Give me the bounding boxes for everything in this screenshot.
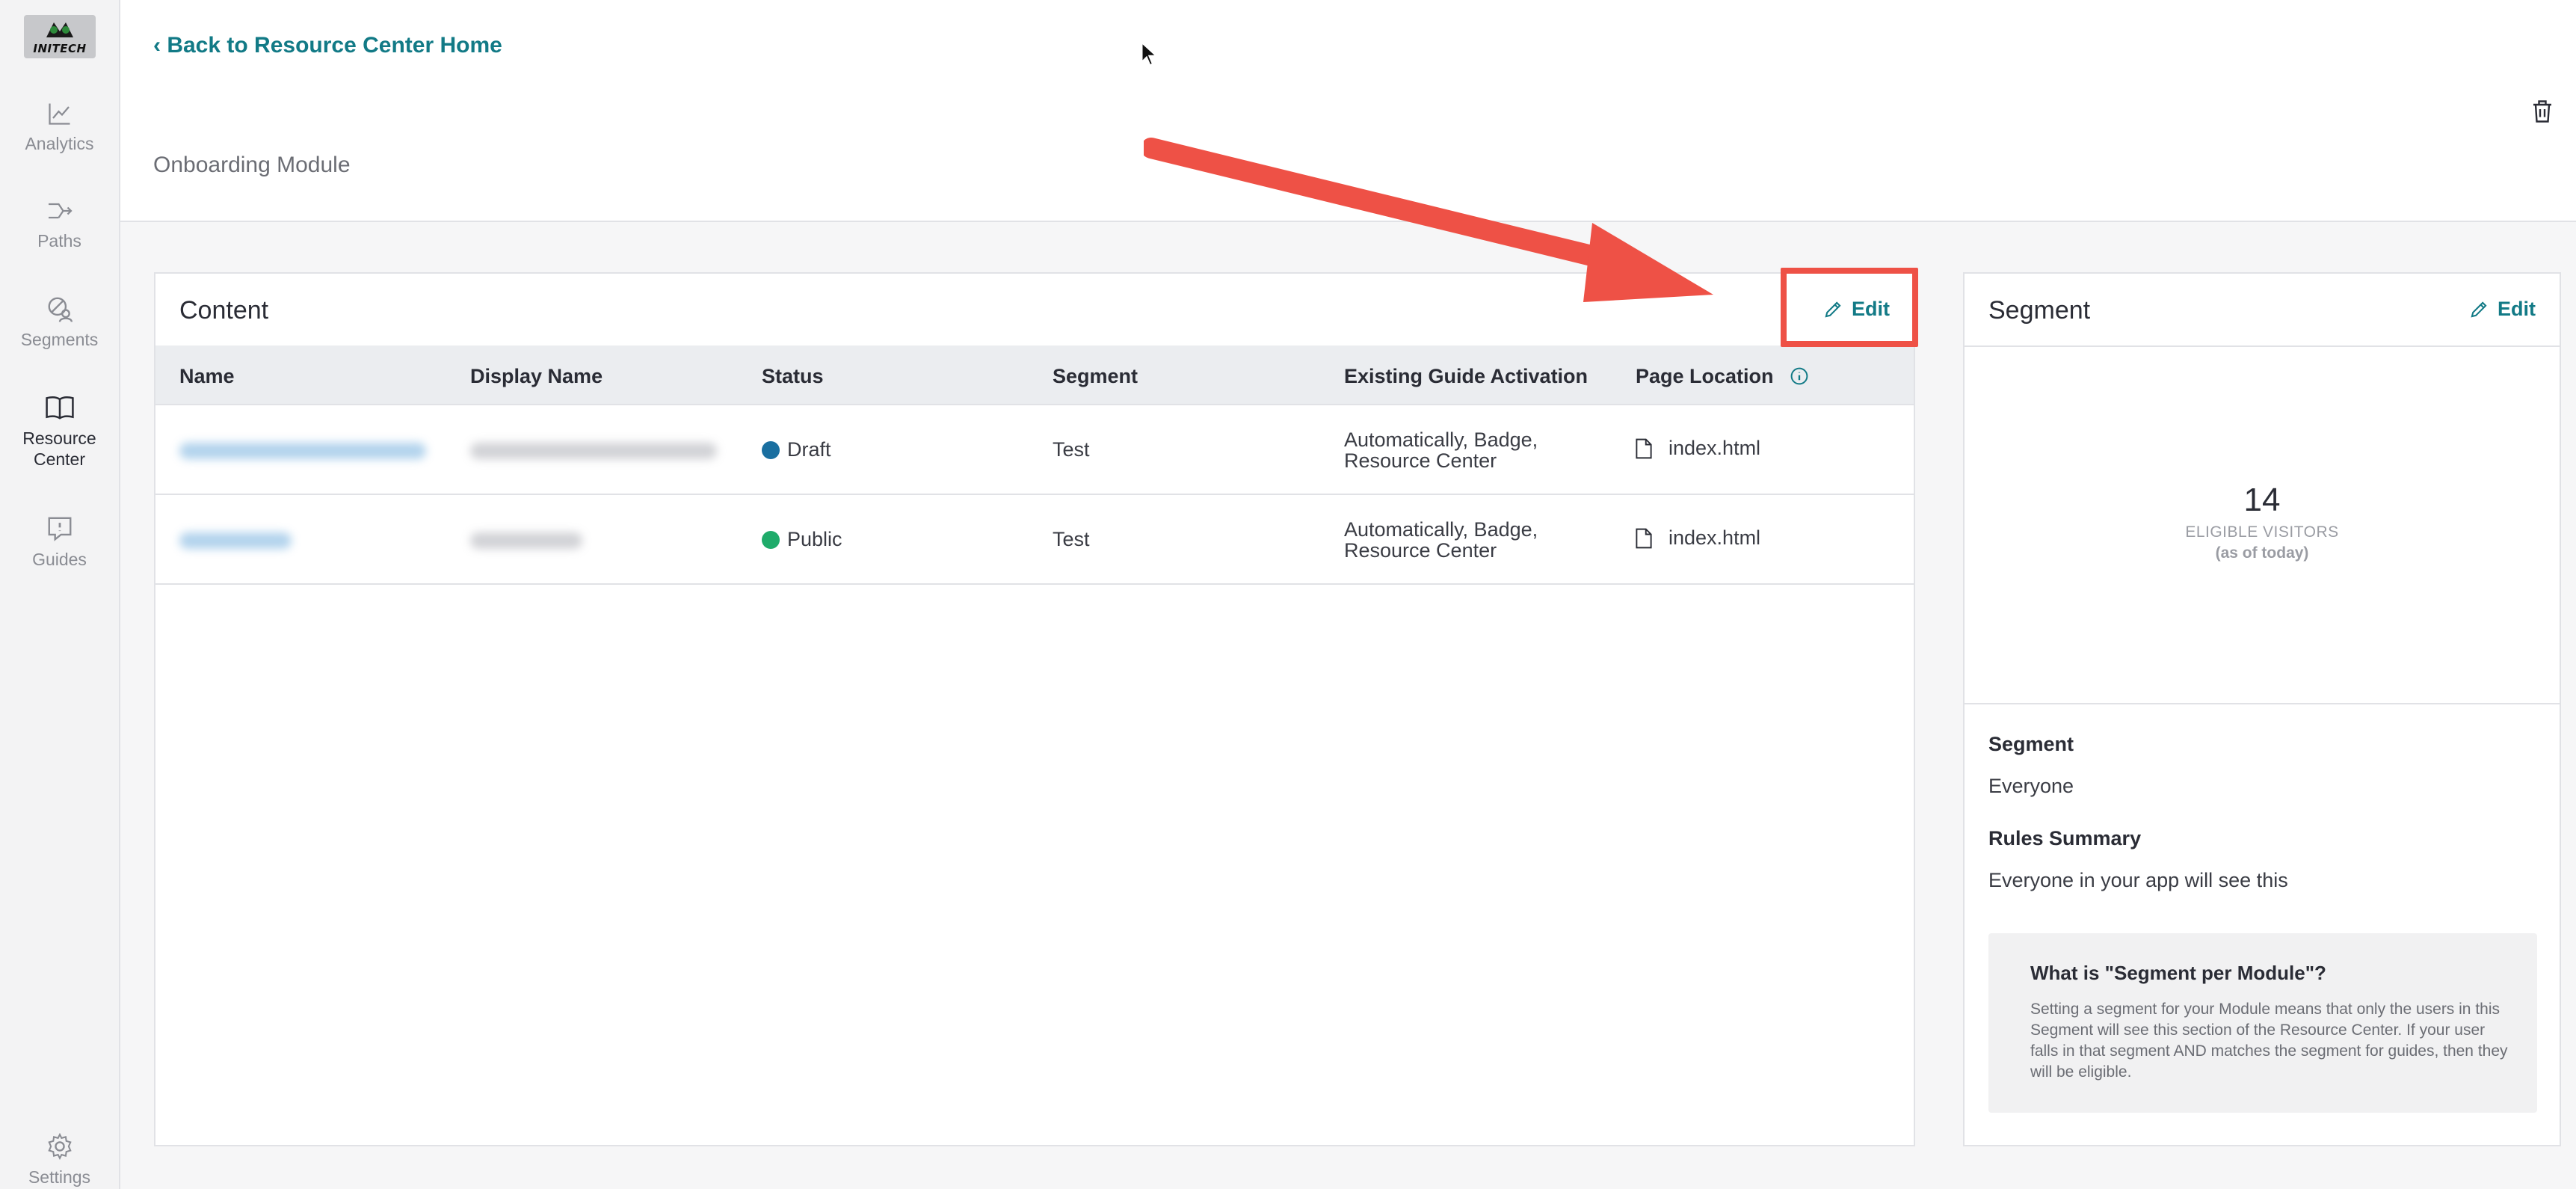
page-title: Onboarding Module xyxy=(153,153,351,177)
page-location-cell: index.html xyxy=(1636,526,1760,550)
segment-info-box: What is "Segment per Module"? Setting a … xyxy=(1988,933,2537,1113)
activation-line: Automatically, Badge, xyxy=(1344,428,1538,451)
rules-summary-label: Rules Summary xyxy=(1988,827,2142,849)
blurred-display-name xyxy=(470,443,717,459)
page-location-text: index.html xyxy=(1668,437,1761,459)
sidebar-item-label: Analytics xyxy=(25,134,94,153)
activation-line: Resource Center xyxy=(1344,539,1497,562)
info-box-body: Setting a segment for your Module means … xyxy=(2030,1001,2508,1081)
page-location-text: index.html xyxy=(1668,526,1761,549)
sidebar-item-label: Settings xyxy=(28,1167,91,1187)
file-icon xyxy=(1636,438,1652,458)
blurred-name-link[interactable] xyxy=(179,532,292,549)
blurred-display-name xyxy=(470,532,582,549)
eligible-visitors-count: 14 xyxy=(2243,482,2281,518)
status-badge: Draft xyxy=(787,438,831,461)
sidebar-item-label: Guides xyxy=(32,550,87,569)
content-card-title: Content xyxy=(179,296,269,325)
sidebar: INITECH Analytics Paths Segments Resourc… xyxy=(0,0,120,1189)
status-cell: Draft xyxy=(762,438,831,461)
segment-edit-button[interactable]: Edit xyxy=(2469,298,2536,321)
column-header-page-location[interactable]: Page Location xyxy=(1636,365,1809,388)
edit-highlight-box xyxy=(1781,268,1918,347)
blurred-name-link[interactable] xyxy=(179,443,426,459)
sidebar-item-settings[interactable]: Settings xyxy=(0,1132,119,1188)
eligible-visitors-panel: 14 ELIGIBLE VISITORS (as of today) xyxy=(1965,347,2560,704)
file-icon xyxy=(1636,528,1652,548)
status-cell: Public xyxy=(762,528,842,551)
table-row[interactable]: Draft Test Automatically, Badge, Resourc… xyxy=(155,405,1914,495)
sidebar-item-resource-center[interactable]: Resource Center xyxy=(0,393,119,470)
segment-card: Segment Edit 14 ELIGIBLE VISITORS (as of… xyxy=(1963,272,2561,1146)
column-header-guide-activation[interactable]: Existing Guide Activation xyxy=(1344,365,1588,388)
annotation-arrow-icon xyxy=(1144,138,1713,302)
analytics-icon xyxy=(48,103,70,125)
column-header-segment[interactable]: Segment xyxy=(1053,365,1138,388)
sidebar-item-label: Segments xyxy=(20,330,99,349)
table-row[interactable]: Public Test Automatically, Badge, Resour… xyxy=(155,495,1914,585)
sidebar-item-paths[interactable]: Paths xyxy=(0,197,119,251)
sidebar-item-segments[interactable]: Segments xyxy=(0,295,119,350)
activation-line: Resource Center xyxy=(1344,449,1497,472)
segment-label: Segment xyxy=(1988,733,2074,755)
activation-cell: Automatically, Badge, Resource Center xyxy=(1344,429,1538,471)
book-icon xyxy=(45,396,74,420)
edit-label: Edit xyxy=(2498,298,2536,320)
sidebar-item-guides[interactable]: Guides xyxy=(0,514,119,570)
eligible-visitors-label: ELIGIBLE VISITORS xyxy=(2185,523,2339,541)
status-dot-draft xyxy=(762,441,780,459)
table-header: Name Display Name Status Segment Existin… xyxy=(155,345,1914,405)
content-card: Content Edit Name Display Name Status Se… xyxy=(154,272,1915,1146)
segment-cell: Test xyxy=(1053,528,1090,550)
info-box-title: What is "Segment per Module"? xyxy=(2030,962,2326,984)
segment-cell: Test xyxy=(1053,438,1090,461)
column-header-status[interactable]: Status xyxy=(762,365,824,388)
paths-icon xyxy=(48,203,73,219)
logo-text: INITECH xyxy=(33,42,87,55)
segment-value: Everyone xyxy=(1988,775,2074,797)
guides-icon xyxy=(48,517,71,541)
column-header-name[interactable]: Name xyxy=(179,365,235,388)
eligible-visitors-sub: (as of today) xyxy=(2215,544,2309,562)
status-dot-public xyxy=(762,531,780,549)
column-header-display-name[interactable]: Display Name xyxy=(470,365,603,388)
pencil-icon xyxy=(2471,301,2487,318)
trash-icon[interactable] xyxy=(2531,99,2554,124)
mouse-cursor-icon xyxy=(1141,42,1157,66)
initech-logo[interactable]: INITECH xyxy=(24,15,96,58)
page-location-cell: index.html xyxy=(1636,437,1760,460)
status-badge: Public xyxy=(787,528,842,550)
activation-line: Automatically, Badge, xyxy=(1344,518,1538,541)
back-to-resource-center-link[interactable]: ‹ Back to Resource Center Home xyxy=(153,33,502,58)
activation-cell: Automatically, Badge, Resource Center xyxy=(1344,519,1538,561)
sidebar-item-analytics[interactable]: Analytics xyxy=(0,100,119,154)
column-header-label: Page Location xyxy=(1636,365,1774,387)
rules-summary-value: Everyone in your app will see this xyxy=(1988,869,2288,891)
info-icon[interactable] xyxy=(1790,366,1809,386)
gear-icon xyxy=(47,1132,72,1161)
sidebar-item-label: Paths xyxy=(37,231,81,251)
sidebar-item-label: Resource Center xyxy=(22,428,96,469)
segment-card-title: Segment xyxy=(1988,296,2091,325)
segments-icon xyxy=(48,297,73,322)
